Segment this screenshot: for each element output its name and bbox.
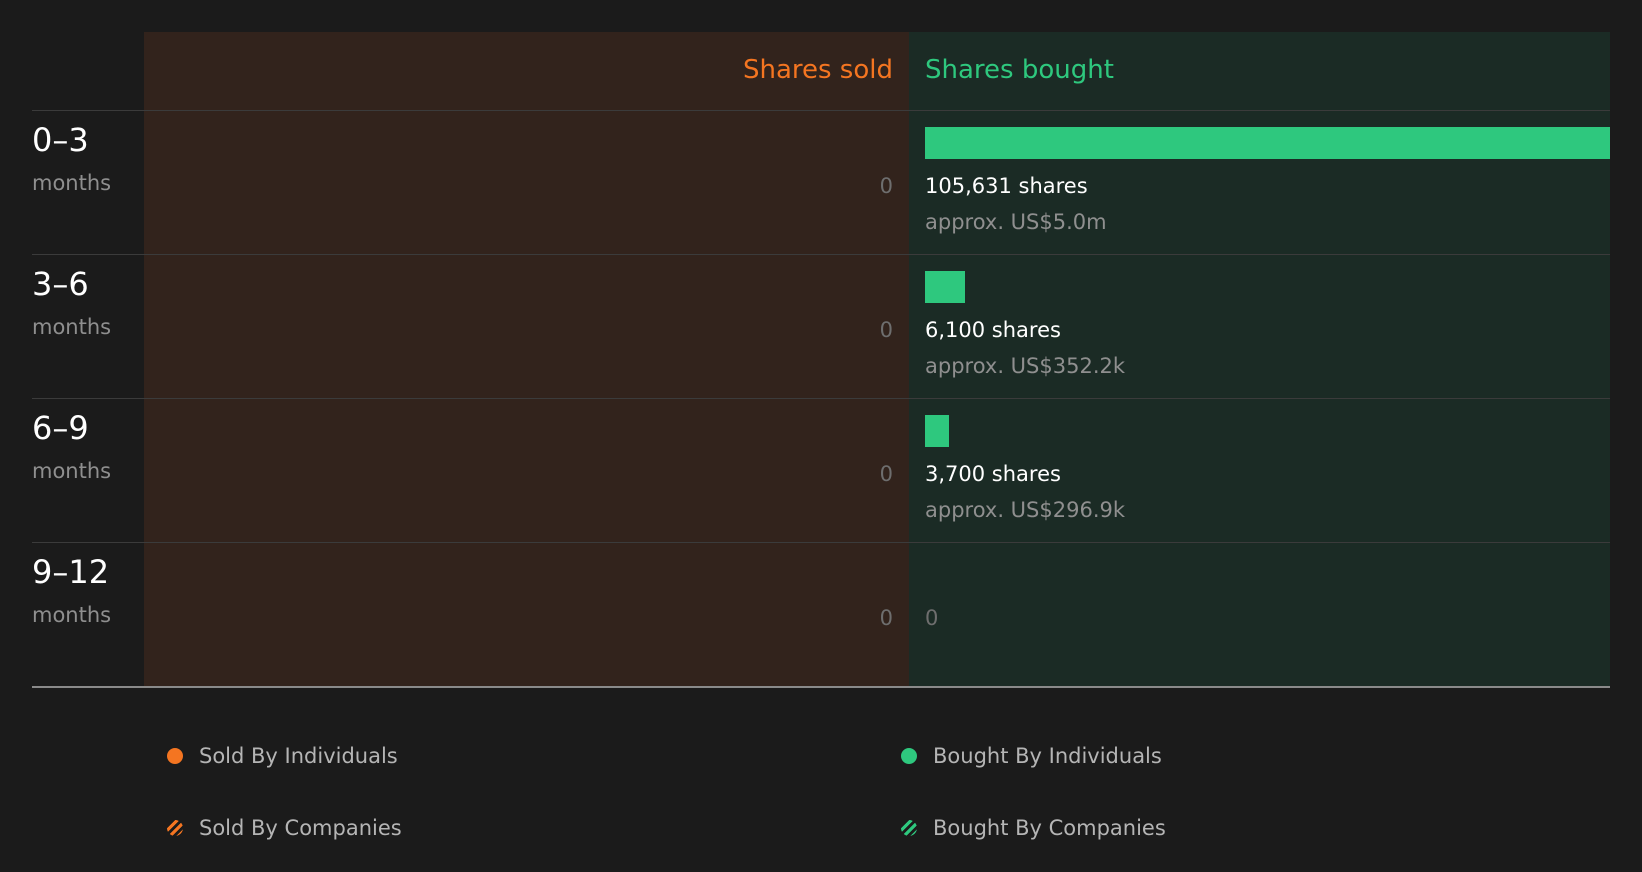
legend-label: Sold By Companies bbox=[199, 816, 402, 840]
header-shares-sold: Shares sold bbox=[742, 55, 893, 85]
period-row: 6–9 months 0 3,700 shares approx. US$296… bbox=[0, 399, 1642, 543]
legend-label: Bought By Individuals bbox=[933, 744, 1162, 768]
sold-value-label: 0 bbox=[879, 174, 893, 198]
bought-value-label: approx. US$352.2k bbox=[925, 354, 1126, 378]
bought-value-label: approx. US$296.9k bbox=[925, 498, 1126, 522]
legend-label: Bought By Companies bbox=[933, 816, 1166, 840]
sold-value-label: 0 bbox=[879, 462, 893, 486]
bought-shares-label: 105,631 shares bbox=[925, 174, 1088, 198]
bought-bar bbox=[925, 271, 965, 303]
bought-shares-label: 6,100 shares bbox=[925, 318, 1061, 342]
period-unit-label: months bbox=[32, 315, 112, 339]
legend-swatch-solid-icon bbox=[167, 748, 183, 764]
period-label: 3–6 bbox=[32, 265, 89, 303]
bought-shares-label: 3,700 shares bbox=[925, 462, 1061, 486]
bought-zero-label: 0 bbox=[925, 606, 939, 630]
period-row: 3–6 months 0 6,100 shares approx. US$352… bbox=[0, 255, 1642, 399]
bought-value-label: approx. US$5.0m bbox=[925, 210, 1107, 234]
period-unit-label: months bbox=[32, 603, 112, 627]
insider-trading-chart: Shares sold Shares bought 0–3 months 0 1… bbox=[0, 0, 1642, 872]
legend-swatch-solid-icon bbox=[901, 748, 917, 764]
period-label: 6–9 bbox=[32, 409, 89, 447]
legend-item-bought-companies[interactable]: Bought By Companies bbox=[901, 813, 1166, 843]
legend-swatch-hatched-icon bbox=[901, 820, 917, 836]
legend-label: Sold By Individuals bbox=[199, 744, 398, 768]
period-label: 9–12 bbox=[32, 553, 110, 591]
legend-item-sold-individuals[interactable]: Sold By Individuals bbox=[167, 741, 398, 771]
legend-swatch-hatched-icon bbox=[167, 820, 183, 836]
period-label: 0–3 bbox=[32, 121, 89, 159]
sold-value-label: 0 bbox=[879, 318, 893, 342]
period-row: 9–12 months 0 0 bbox=[0, 543, 1642, 687]
period-row: 0–3 months 0 105,631 shares approx. US$5… bbox=[0, 111, 1642, 255]
legend-item-bought-individuals[interactable]: Bought By Individuals bbox=[901, 741, 1162, 771]
bought-bar bbox=[925, 127, 1610, 159]
header-shares-bought: Shares bought bbox=[925, 55, 1114, 85]
period-unit-label: months bbox=[32, 459, 112, 483]
bought-bar bbox=[925, 415, 949, 447]
period-unit-label: months bbox=[32, 171, 112, 195]
sold-value-label: 0 bbox=[879, 606, 893, 630]
legend-item-sold-companies[interactable]: Sold By Companies bbox=[167, 813, 402, 843]
